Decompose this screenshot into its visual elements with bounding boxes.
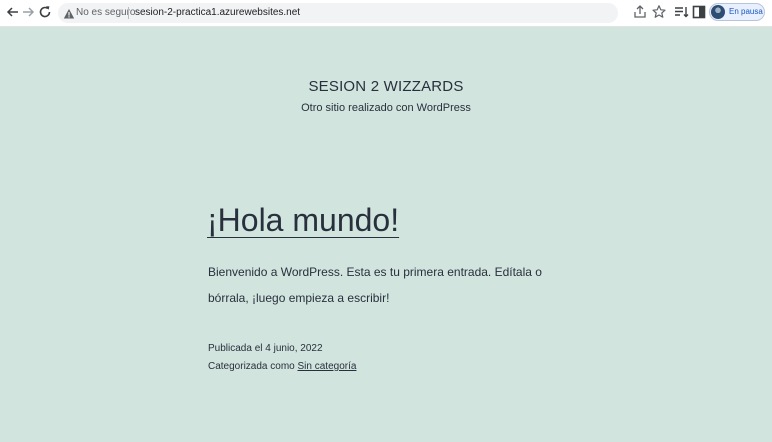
browser-toolbar: No es seguro sesion-2-practica1.azureweb… (0, 0, 772, 27)
post-date: Publicada el 4 junio, 2022 (208, 343, 323, 354)
bookmark-star-icon[interactable] (650, 3, 668, 21)
category-link[interactable]: Sin categoría (298, 361, 357, 372)
reading-list-icon[interactable] (672, 3, 690, 21)
forward-arrow-icon[interactable] (19, 3, 37, 21)
post-title-link[interactable]: ¡Hola mundo! (207, 199, 399, 241)
url-text[interactable]: sesion-2-practica1.azurewebsites.net (135, 6, 300, 20)
reload-icon[interactable] (36, 3, 54, 21)
profile-status-label: En pausa (729, 7, 763, 16)
warning-icon[interactable] (63, 7, 75, 19)
avatar (711, 5, 725, 19)
side-panel-icon[interactable] (690, 3, 708, 21)
address-divider (128, 7, 129, 19)
post-content: Bienvenido a WordPress. Esta es tu prime… (208, 265, 542, 305)
post-category-line: Categorizada como Sin categoría (208, 361, 356, 373)
site-title[interactable]: SESION 2 WIZZARDS (0, 78, 772, 95)
site-description: Otro sitio realizado con WordPress (301, 102, 471, 114)
address-bar[interactable]: No es seguro sesion-2-practica1.azureweb… (58, 3, 618, 23)
profile-pause-button[interactable]: En pausa (709, 3, 765, 21)
security-label[interactable]: No es seguro (76, 6, 135, 20)
share-icon[interactable] (631, 3, 649, 21)
category-prefix: Categorizada como (208, 361, 298, 372)
